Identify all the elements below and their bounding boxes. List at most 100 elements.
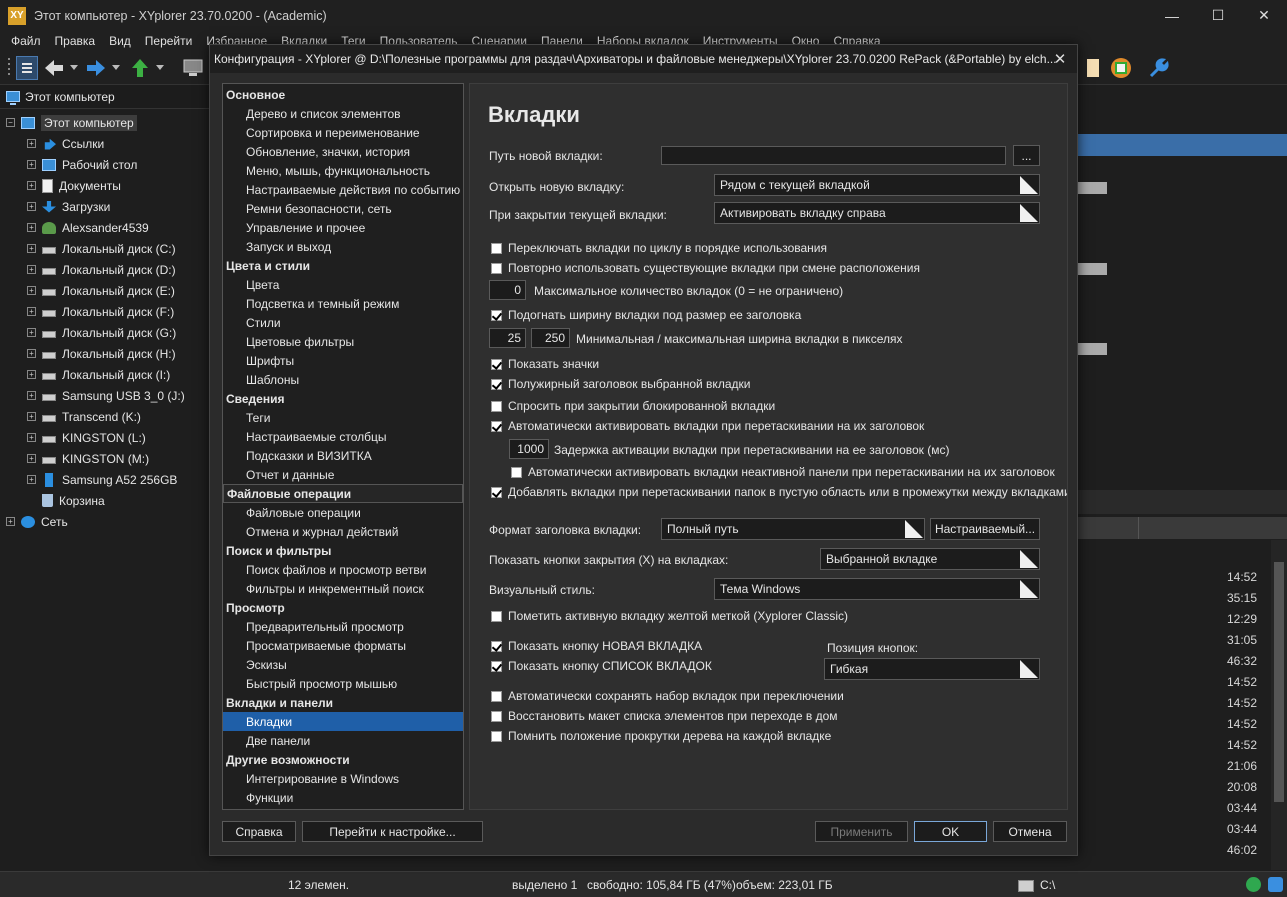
expand-icon[interactable]: + <box>27 349 36 358</box>
menu-item[interactable]: Правка <box>48 34 103 48</box>
config-category-item[interactable]: Стили <box>223 313 463 332</box>
tree-item[interactable]: + Загрузки <box>27 196 110 217</box>
expand-icon[interactable]: + <box>27 265 36 274</box>
config-category-item[interactable]: Управление и прочее <box>223 218 463 237</box>
expand-icon[interactable]: + <box>27 391 36 400</box>
expand-icon[interactable]: − <box>6 118 15 127</box>
config-category-item[interactable]: Просматриваемые форматы <box>223 636 463 655</box>
config-category-item[interactable]: Отчет и данные <box>223 465 463 484</box>
min-width-input[interactable]: 25 <box>489 328 526 348</box>
tree-item[interactable]: + Ссылки <box>27 133 104 154</box>
back-dropdown-icon[interactable] <box>68 56 80 80</box>
expand-icon[interactable]: + <box>27 139 36 148</box>
config-group-header[interactable]: Другие возможности <box>223 750 463 769</box>
config-category-item[interactable]: Быстрый просмотр мышью <box>223 674 463 693</box>
caption-format-select[interactable]: Полный путь <box>661 518 925 540</box>
tree-item[interactable]: + KINGSTON (L:) <box>27 427 146 448</box>
remember-scroll-checkbox[interactable] <box>491 731 502 742</box>
config-category-item[interactable]: Функции <box>223 788 463 807</box>
autosave-checkbox[interactable] <box>491 691 502 702</box>
config-group-header[interactable]: Просмотр <box>223 598 463 617</box>
apply-button[interactable]: Применить <box>815 821 908 842</box>
tree-item[interactable]: + Alexsander4539 <box>27 217 149 238</box>
expand-icon[interactable]: + <box>6 517 15 526</box>
expand-icon[interactable]: + <box>27 223 36 232</box>
tree-item[interactable]: + KINGSTON (M:) <box>27 448 149 469</box>
ok-button[interactable]: OK <box>914 821 987 842</box>
config-category-item[interactable]: Дерево и список элементов <box>223 104 463 123</box>
tree-item[interactable]: + Samsung USB 3_0 (J:) <box>27 385 185 406</box>
tree-item[interactable]: + Документы <box>27 175 121 196</box>
tree-item[interactable]: + Локальный диск (F:) <box>27 301 174 322</box>
check-status-icon[interactable] <box>1246 877 1261 892</box>
up-arrow-icon[interactable] <box>126 56 154 80</box>
yellow-mark-checkbox[interactable] <box>491 611 502 622</box>
max-tabs-input[interactable]: 0 <box>489 280 526 300</box>
config-category-item[interactable]: Предварительный просмотр <box>223 617 463 636</box>
tree-item[interactable]: + Сеть <box>6 511 68 532</box>
expand-icon[interactable]: + <box>27 328 36 337</box>
browse-button[interactable]: ... <box>1013 145 1040 166</box>
config-category-item[interactable]: Интегрирование в Windows <box>223 769 463 788</box>
on-close-select[interactable]: Активировать вкладку справа <box>714 202 1040 224</box>
bold-caption-checkbox[interactable] <box>491 379 502 390</box>
help-button[interactable]: Справка <box>222 821 296 842</box>
config-group-header[interactable]: Основное <box>223 85 463 104</box>
minimize-button[interactable]: — <box>1149 0 1195 31</box>
expand-icon[interactable]: + <box>27 454 36 463</box>
cancel-button[interactable]: Отмена <box>993 821 1067 842</box>
config-category-item[interactable]: Подсветка и темный режим <box>223 294 463 313</box>
dialog-close-button[interactable]: ✕ <box>1043 45 1077 73</box>
add-tabs-checkbox[interactable] <box>491 487 502 498</box>
cycle-tabs-checkbox[interactable] <box>491 243 502 254</box>
max-width-input[interactable]: 250 <box>531 328 570 348</box>
expand-icon[interactable]: + <box>27 244 36 253</box>
config-group-header[interactable]: Поиск и фильтры <box>223 541 463 560</box>
tree-item[interactable]: + Локальный диск (G:) <box>27 322 176 343</box>
menu-item[interactable]: Файл <box>4 34 48 48</box>
activation-delay-input[interactable]: 1000 <box>509 439 549 459</box>
expand-icon[interactable]: + <box>27 433 36 442</box>
expand-icon[interactable]: + <box>27 370 36 379</box>
expand-icon[interactable]: + <box>27 475 36 484</box>
toggle-tree-icon[interactable] <box>16 56 38 80</box>
fit-width-checkbox[interactable] <box>491 310 502 321</box>
menu-item[interactable]: Перейти <box>138 34 200 48</box>
config-category-item[interactable]: Отмена и журнал действий <box>223 522 463 541</box>
config-group-header[interactable]: Вкладки и панели <box>223 693 463 712</box>
tree-item[interactable]: + Локальный диск (D:) <box>27 259 176 280</box>
close-button[interactable]: ✕ <box>1241 0 1287 31</box>
forward-dropdown-icon[interactable] <box>110 56 122 80</box>
config-category-item[interactable]: Сортировка и переименование <box>223 123 463 142</box>
computer-icon[interactable] <box>180 56 206 80</box>
config-category-item[interactable]: Цветовые фильтры <box>223 332 463 351</box>
open-new-tab-select[interactable]: Рядом с текущей вкладкой <box>714 174 1040 196</box>
note-icon[interactable] <box>1083 56 1103 80</box>
tab-list-button-checkbox[interactable] <box>491 661 502 672</box>
new-tab-path-input[interactable] <box>661 146 1006 165</box>
config-category-item[interactable]: Теги <box>223 408 463 427</box>
config-category-item[interactable]: Файловые операции <box>223 503 463 522</box>
inactive-panel-checkbox[interactable] <box>511 467 522 478</box>
config-category-item[interactable]: Цвета <box>223 275 463 294</box>
close-buttons-select[interactable]: Выбранной вкладке <box>820 548 1040 570</box>
config-category-item[interactable]: Две панели <box>223 731 463 750</box>
back-arrow-icon[interactable] <box>40 56 68 80</box>
panel-icon[interactable] <box>1108 56 1134 80</box>
visual-style-select[interactable]: Тема Windows <box>714 578 1040 600</box>
show-icons-checkbox[interactable] <box>491 359 502 370</box>
expand-icon[interactable]: + <box>27 181 36 190</box>
panel-status-icon[interactable] <box>1268 877 1283 892</box>
config-category-item[interactable]: Фильтры и инкрементный поиск <box>223 579 463 598</box>
config-group-header[interactable]: Цвета и стили <box>223 256 463 275</box>
restore-layout-checkbox[interactable] <box>491 711 502 722</box>
new-tab-button-checkbox[interactable] <box>491 641 502 652</box>
menu-item[interactable]: Вид <box>102 34 138 48</box>
tree-item[interactable]: Корзина <box>27 490 105 511</box>
expand-icon[interactable]: + <box>27 202 36 211</box>
config-category-item[interactable]: Настраиваемые столбцы <box>223 427 463 446</box>
ask-locked-checkbox[interactable] <box>491 401 502 412</box>
tree-item[interactable]: + Локальный диск (E:) <box>27 280 175 301</box>
auto-activate-checkbox[interactable] <box>491 421 502 432</box>
config-category-item[interactable]: Настраиваемые действия по событию <box>223 180 463 199</box>
